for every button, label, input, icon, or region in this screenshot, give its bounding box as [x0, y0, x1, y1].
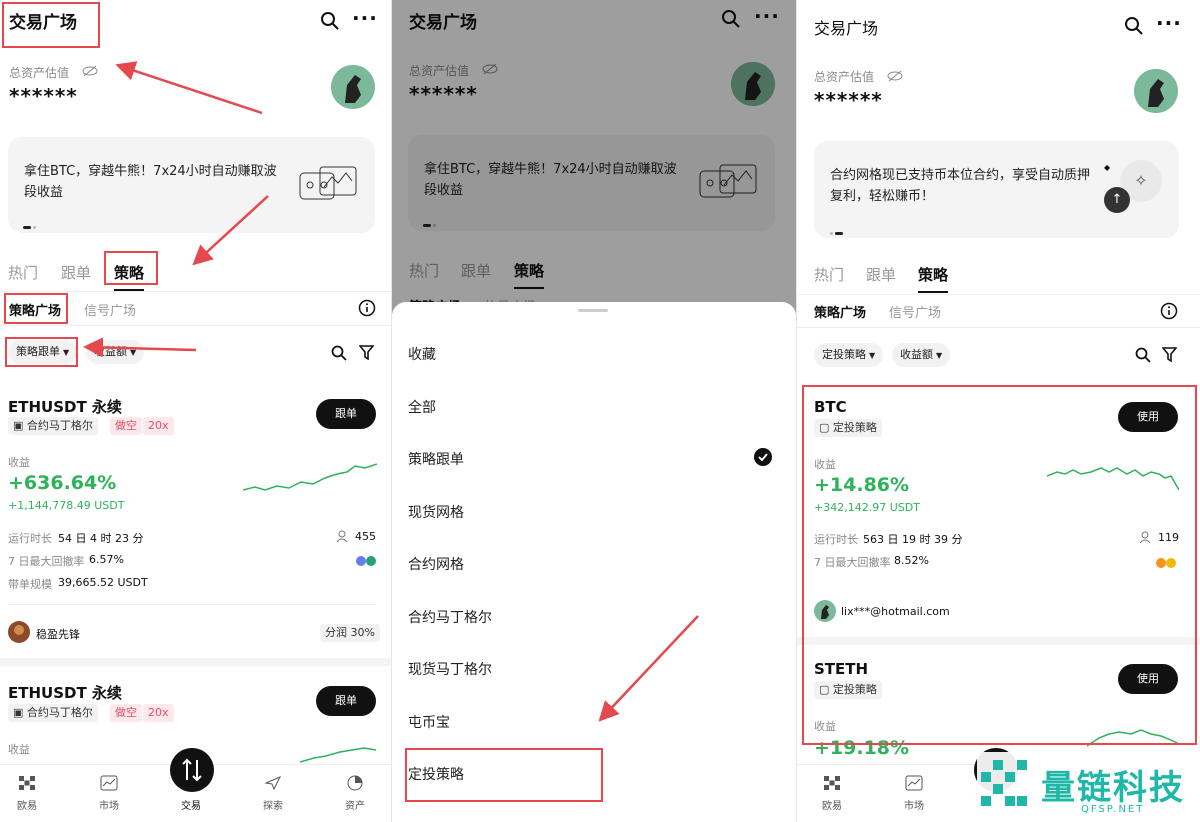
doc-icon: ▣	[13, 706, 24, 719]
caret-down-icon: ▼	[869, 351, 876, 360]
annotation-box	[802, 385, 1197, 745]
market-icon	[100, 775, 118, 791]
nav-explore[interactable]: 探索	[248, 775, 298, 812]
asset-label: 总资产估值	[814, 70, 875, 84]
search-icon[interactable]	[1124, 16, 1144, 36]
promo-banner[interactable]: 合约网格现已支持币本位合约，享受自动质押复利，轻松赚币！ ✧ ↑ ◆	[814, 141, 1179, 238]
info-icon[interactable]	[1160, 302, 1178, 320]
eye-hidden-icon[interactable]	[887, 70, 903, 82]
up-arrow-icon[interactable]: ↑	[1104, 187, 1130, 213]
filter-label: 收益额	[900, 348, 933, 361]
filter-label: 定投策略	[822, 348, 866, 361]
profit-pct: +636.64%	[8, 472, 117, 494]
screen-dca-strategies: 交易广场 ··· 总资产估值 ****** 合约网格现已支持币本位合约，享受自动…	[797, 0, 1200, 822]
filter-icon[interactable]	[1162, 347, 1177, 362]
nav-okx[interactable]: 欧易	[807, 775, 857, 812]
subtab-strategy-plaza[interactable]: 策略广场	[814, 302, 866, 321]
tab-copy[interactable]: 跟单	[866, 264, 896, 285]
leader-avatar[interactable]	[8, 621, 30, 647]
copy-button[interactable]: 跟单	[316, 686, 376, 716]
runtime-label: 运行时长	[8, 532, 52, 545]
filter-sort[interactable]: 收益额 ▼	[892, 343, 951, 367]
scale-value: 39,665.52 USDT	[58, 576, 148, 589]
scale-label: 带单规模	[8, 578, 52, 591]
coin-icons	[355, 552, 379, 571]
tag-direction: 做空	[110, 704, 142, 722]
section-gap	[0, 658, 391, 666]
nav-market[interactable]: 市场	[889, 775, 939, 812]
diamond-icon: ◆	[1104, 163, 1111, 172]
screen-strategy-type-menu: 交易广场 ··· 总资产估值 ****** 拿住BTC，穿越牛熊！7x24小时自…	[392, 0, 796, 822]
tag-direction: 做空	[110, 417, 142, 435]
annotation-arrows	[83, 61, 269, 358]
subtab-signal-plaza[interactable]: 信号广场	[889, 302, 941, 321]
leader-name[interactable]: 稳盈先锋	[36, 626, 80, 642]
profit-share-badge: 分润 30%	[320, 624, 380, 642]
profit-sparkline	[300, 747, 376, 763]
trade-fab[interactable]	[170, 748, 214, 792]
profit-sparkline	[243, 463, 377, 491]
nav-okx[interactable]: 欧易	[2, 775, 52, 812]
divider	[8, 604, 375, 605]
tag-leverage: 20x	[143, 704, 174, 722]
caret-down-icon: ▼	[936, 351, 943, 360]
swap-icon	[182, 758, 202, 782]
watermark: 量链科技 QFSP.NET	[977, 752, 1200, 822]
annotation-arrow	[598, 615, 699, 722]
doc-icon: ▣	[13, 419, 24, 432]
page-title: 交易广场	[814, 19, 879, 38]
followers-icon	[337, 530, 348, 542]
nav-market[interactable]: 市场	[84, 775, 134, 812]
profit-usdt: +1,144,778.49 USDT	[8, 499, 125, 512]
copy-button[interactable]: 跟单	[316, 399, 376, 429]
tab-strategy[interactable]: 策略	[918, 264, 949, 293]
tag-leverage: 20x	[143, 417, 174, 435]
explore-icon	[264, 776, 282, 791]
carousel-dots	[830, 223, 845, 242]
divider	[797, 294, 1200, 295]
asset-value: ******	[814, 88, 883, 112]
market-icon	[905, 775, 923, 791]
screen-strategy-plaza: 交易广场 ··· 总资产估值 ****** 拿住BTC，穿越牛熊！7x24小时自…	[0, 0, 391, 822]
more-icon[interactable]: ···	[1156, 11, 1182, 35]
pie-icon	[347, 775, 363, 791]
divider	[797, 327, 1200, 328]
brand-domain: QFSP.NET	[1081, 804, 1145, 815]
filter-strategy-type[interactable]: 定投策略 ▼	[814, 343, 884, 367]
runtime-value: 54 日 4 时 23 分	[58, 532, 144, 545]
card-coin: ETHUSDT 永续	[8, 684, 122, 702]
okx-icon	[824, 776, 840, 790]
drawdown-label: 7 日最大回撤率	[8, 555, 85, 568]
brand-name: 量链科技	[1041, 768, 1185, 808]
avatar[interactable]	[1134, 69, 1178, 113]
banner-text: 合约网格现已支持币本位合约，享受自动质押复利，轻松赚币！	[830, 168, 1091, 204]
drawdown-value: 6.57%	[89, 553, 124, 566]
search-icon[interactable]	[1135, 347, 1151, 363]
nav-assets[interactable]: 资产	[330, 775, 380, 812]
tab-hot[interactable]: 热门	[814, 264, 844, 285]
profit-label: 收益	[8, 743, 30, 756]
tag-strategy-type: ▣ 合约马丁格尔	[8, 417, 98, 435]
profit-label: 收益	[8, 456, 30, 469]
followers-count: 455	[355, 530, 376, 543]
okx-icon	[19, 776, 35, 790]
brand-logo-icon	[981, 760, 1027, 806]
tag-strategy-type: ▣ 合约马丁格尔	[8, 704, 98, 722]
